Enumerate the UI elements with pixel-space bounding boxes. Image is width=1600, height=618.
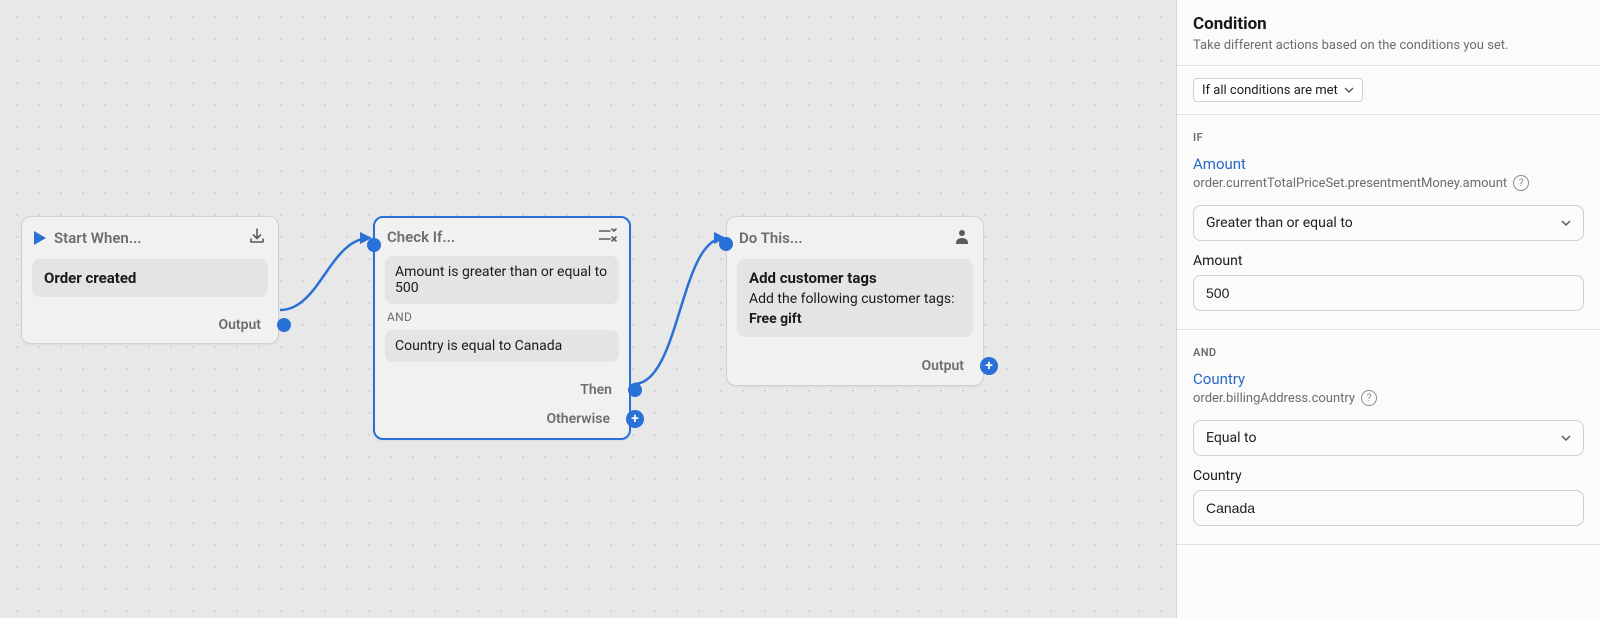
action-desc: Add the following customer tags: <box>749 291 961 307</box>
start-event-title: Order created <box>44 269 256 287</box>
output-port-add[interactable]: + <box>980 357 998 375</box>
help-icon[interactable]: ? <box>1361 390 1377 406</box>
node-header-label: Check If... <box>387 228 455 246</box>
condition-joiner: AND <box>385 304 619 330</box>
input-port[interactable] <box>367 238 381 252</box>
value-input-country[interactable] <box>1193 490 1584 526</box>
section-if: If Amount order.currentTotalPriceSet.pre… <box>1177 115 1600 330</box>
section-label-if: If <box>1193 131 1584 144</box>
output-port[interactable] <box>277 318 291 332</box>
input-port[interactable] <box>719 237 733 251</box>
node-check-if[interactable]: Check If... Amount is greater than or eq… <box>373 216 631 440</box>
value-input-amount[interactable] <box>1193 275 1584 311</box>
panel-subtitle: Take different actions based on the cond… <box>1193 38 1584 53</box>
node-header-label: Start When... <box>54 229 142 247</box>
match-mode-chip[interactable]: If all conditions are met <box>1193 78 1363 102</box>
port-label-output: Output <box>921 358 964 374</box>
play-icon <box>34 231 46 245</box>
help-icon[interactable]: ? <box>1513 175 1529 191</box>
otherwise-port-add[interactable]: + <box>626 410 644 428</box>
value-label-country: Country <box>1193 468 1584 484</box>
field-path: order.billingAddress.country <box>1193 391 1355 406</box>
node-header-label: Do This... <box>739 229 803 247</box>
condition-rule-1[interactable]: Amount is greater than or equal to 500 <box>385 256 619 304</box>
action-tag: Free gift <box>749 311 961 327</box>
action-title: Add customer tags <box>749 269 961 287</box>
field-link-country[interactable]: Country <box>1193 370 1245 388</box>
field-link-amount[interactable]: Amount <box>1193 155 1246 173</box>
import-icon[interactable] <box>248 227 266 249</box>
port-label-otherwise: Otherwise <box>546 411 610 427</box>
port-label-output: Output <box>218 317 261 333</box>
condition-icon <box>599 228 617 246</box>
field-path: order.currentTotalPriceSet.presentmentMo… <box>1193 176 1507 191</box>
node-do-this[interactable]: Do This... Add customer tags Add the fol… <box>726 216 984 386</box>
condition-rule-2[interactable]: Country is equal to Canada <box>385 330 619 362</box>
flow-canvas[interactable]: Start When... Order created Output Check… <box>0 0 1176 618</box>
value-label-amount: Amount <box>1193 253 1584 269</box>
condition-panel: Condition Take different actions based o… <box>1176 0 1600 618</box>
operator-select-amount[interactable]: Greater than or equal to <box>1193 205 1584 241</box>
port-label-then: Then <box>580 382 612 398</box>
section-and: And Country order.billingAddress.country… <box>1177 330 1600 545</box>
panel-title: Condition <box>1193 14 1584 34</box>
then-port[interactable] <box>628 383 642 397</box>
node-start-when[interactable]: Start When... Order created Output <box>21 216 279 344</box>
section-label-and: And <box>1193 346 1584 359</box>
operator-select-country[interactable]: Equal to <box>1193 420 1584 456</box>
person-icon <box>953 227 971 249</box>
